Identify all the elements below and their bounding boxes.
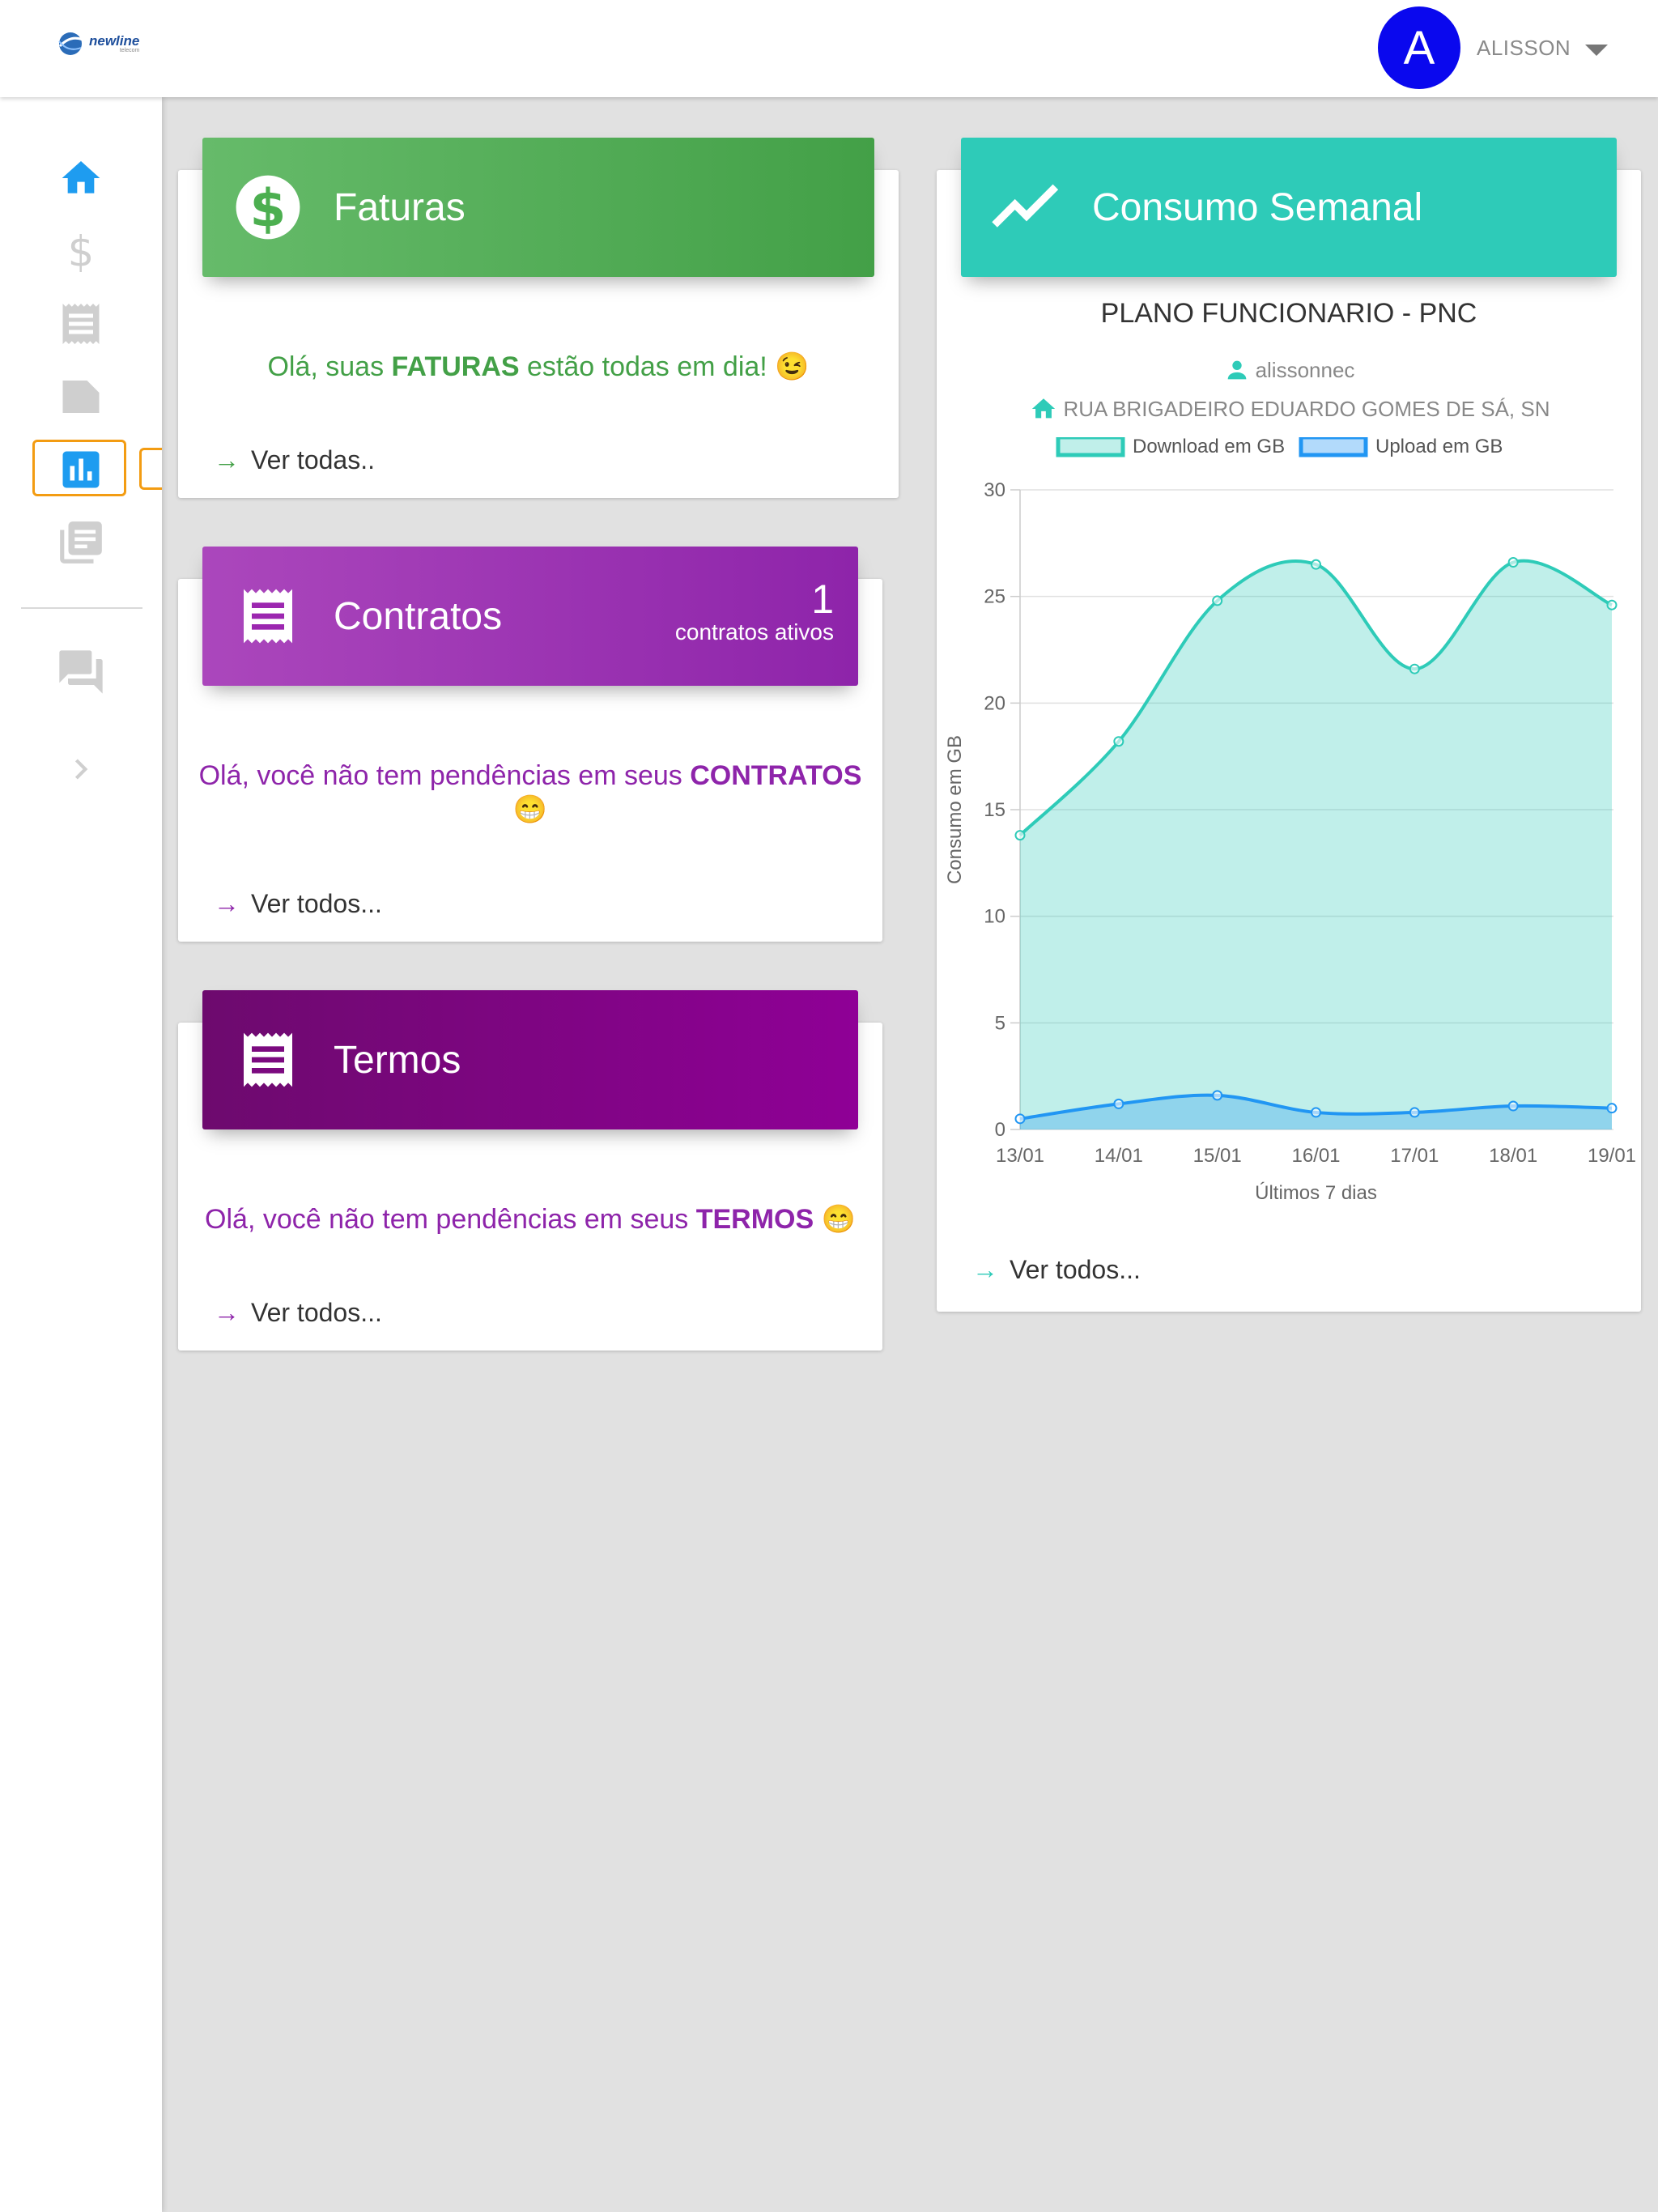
sidebar-item-contracts[interactable] [49, 296, 113, 352]
contratos-see-all-link[interactable]: → Ver todos... [214, 889, 382, 919]
home-icon [62, 161, 100, 194]
termos-message: Olá, você não tem pendências em seus TER… [205, 1204, 856, 1235]
data-point [1212, 1090, 1223, 1101]
data-point [1113, 1098, 1124, 1109]
y-tick-label: 15 [984, 799, 1005, 821]
chevron-right-icon [74, 759, 88, 780]
username[interactable]: ALISSON [1477, 36, 1571, 61]
avatar[interactable]: A [1378, 6, 1460, 89]
data-point [1507, 1100, 1519, 1112]
data-point [1409, 1107, 1420, 1118]
sidebar-nav: $ [0, 97, 162, 2212]
y-tick-label: 20 [984, 692, 1005, 714]
sidebar-item-terms[interactable] [49, 368, 113, 425]
trending-up-icon [992, 172, 1061, 242]
logo-text: newline telecom [89, 33, 140, 53]
arrow-right-icon: → [972, 1255, 998, 1284]
user-line: alissonnec [937, 356, 1641, 384]
dollar-icon: $ [68, 228, 95, 274]
plan-name: PLANO FUNCIONARIO - PNC [1100, 298, 1477, 329]
termos-header[interactable]: Termos [202, 990, 858, 1129]
x-tick-label: 17/01 [1390, 1145, 1439, 1167]
contratos-count-label: contratos ativos [674, 619, 834, 644]
sidebar-divider [21, 607, 142, 609]
termos-title: Termos [334, 1038, 461, 1082]
arrow-right-icon: → [214, 445, 240, 474]
note-icon [62, 381, 100, 413]
consumption-chart[interactable]: Download em GB Upload em GB 0 5 10 15 20 25 30 13… [937, 437, 1641, 1247]
consumo-see-all-link[interactable]: → Ver todos... [972, 1255, 1141, 1285]
username-label: alissonnec [1255, 357, 1355, 382]
data-point [1113, 736, 1124, 747]
data-point [1311, 559, 1321, 570]
y-tick-label: 25 [984, 586, 1005, 608]
top-bar: newline telecom A ALISSON [0, 0, 1658, 97]
y-tick-label: 30 [984, 479, 1005, 501]
sidebar-item-chat[interactable] [49, 644, 113, 700]
chevron-down-icon[interactable] [1585, 45, 1608, 56]
data-point [1212, 595, 1223, 606]
contratos-count-block: 1 contratos ativos [675, 579, 834, 645]
contratos-title: Contratos [334, 594, 503, 638]
legend-swatch [1299, 437, 1368, 457]
consumo-card: PLANO FUNCIONARIO - PNC alissonnec RUA B… [937, 170, 1641, 1312]
y-tick-label: 5 [995, 1012, 1005, 1034]
y-axis-label: Consumo em GB [944, 735, 966, 884]
data-point [1507, 557, 1519, 568]
data-point [1014, 830, 1026, 841]
receipt-icon [233, 581, 303, 651]
x-tick-label: 13/01 [996, 1145, 1044, 1167]
person-icon [1227, 360, 1246, 380]
legend-label: Upload em GB [1375, 437, 1503, 457]
faturas-title: Faturas [334, 185, 466, 229]
sidebar-toggle-tab[interactable] [139, 448, 162, 490]
data-point [1606, 1103, 1618, 1114]
sidebar-item-library[interactable] [49, 514, 113, 571]
active-item-highlight [32, 440, 126, 496]
sidebar-item-home[interactable] [49, 150, 113, 206]
legend-swatch [1056, 437, 1125, 457]
x-tick-label: 16/01 [1291, 1145, 1340, 1167]
x-tick-label: 19/01 [1588, 1145, 1636, 1167]
dollar-circle-icon: $ [233, 172, 303, 242]
data-point [1606, 599, 1618, 610]
address-line: RUA BRIGADEIRO EDUARDO GOMES DE SÁ, SN [937, 395, 1641, 423]
legend-label: Download em GB [1133, 437, 1285, 457]
x-tick-label: 18/01 [1489, 1145, 1537, 1167]
termos-see-all-link[interactable]: → Ver todos... [214, 1298, 382, 1328]
y-tick-label: 10 [984, 906, 1005, 928]
y-tick-label: 0 [995, 1119, 1005, 1141]
logo-globe-icon [58, 32, 83, 55]
svg-text:$: $ [250, 178, 287, 239]
consumo-title: Consumo Semanal [1092, 185, 1423, 229]
x-tick-label: 15/01 [1193, 1145, 1242, 1167]
series-area-0 [1020, 560, 1612, 1129]
x-tick-label: 14/01 [1095, 1145, 1143, 1167]
receipt-icon [62, 304, 100, 344]
logo[interactable]: newline telecom [57, 28, 139, 60]
svg-text:$: $ [68, 228, 95, 274]
contratos-count: 1 [811, 576, 834, 622]
contratos-message: Olá, você não tem pendências em seus CON… [198, 760, 862, 825]
chat-icon [59, 650, 103, 694]
library-icon [60, 521, 102, 564]
faturas-message: Olá, suas FATURAS estão todas em dia! 😉 [267, 351, 810, 382]
arrow-right-icon: → [214, 1298, 240, 1327]
data-point [1409, 663, 1420, 674]
address-label: RUA BRIGADEIRO EDUARDO GOMES DE SÁ, SN [1063, 396, 1550, 421]
receipt-icon [233, 1025, 303, 1095]
data-point [1014, 1113, 1026, 1125]
faturas-see-all-link[interactable]: → Ver todas.. [214, 445, 375, 475]
sidebar-expand[interactable] [49, 741, 113, 798]
home-icon [1031, 398, 1055, 419]
x-axis-label: Últimos 7 dias [1255, 1182, 1377, 1204]
contratos-header[interactable]: Contratos 1 contratos ativos [202, 547, 858, 686]
consumo-header[interactable]: Consumo Semanal [961, 138, 1617, 277]
arrow-right-icon: → [214, 889, 240, 918]
sidebar-item-invoices[interactable]: $ [49, 223, 113, 279]
faturas-header[interactable]: $ Faturas [202, 138, 874, 277]
data-point [1311, 1107, 1321, 1118]
